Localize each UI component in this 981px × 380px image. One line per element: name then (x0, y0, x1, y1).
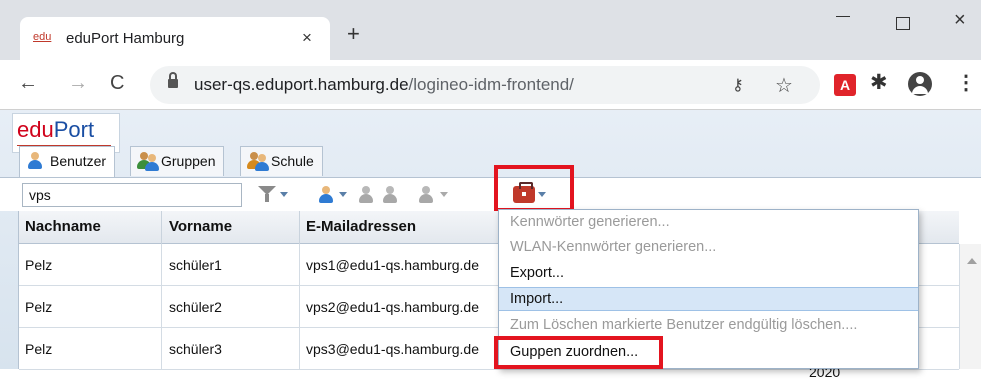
group-icon (137, 152, 159, 171)
tab-title: eduPort Hamburg (66, 30, 185, 47)
group-action-caret-icon[interactable] (440, 192, 448, 197)
tab-close-icon[interactable]: × (302, 28, 312, 48)
edit-user-icon[interactable] (358, 186, 374, 204)
cell-nachname: Pelz (25, 299, 53, 315)
user-icon (27, 152, 45, 170)
browser-toolbar: ← → C user-qs.eduport.hamburg.de/logineo… (0, 60, 981, 110)
tab-schule-label: Schule (271, 153, 314, 169)
cell-nachname: Pelz (25, 341, 53, 357)
menu-item-import[interactable]: Import... (499, 287, 918, 311)
new-tab-button[interactable]: + (347, 23, 360, 45)
url-host: user-qs.eduport.hamburg.de (194, 75, 409, 94)
column-header-nachname[interactable]: Nachname (25, 218, 101, 235)
scroll-up-icon[interactable] (967, 258, 977, 264)
tab-benutzer-label: Benutzer (50, 153, 107, 169)
cell-email: vps1@edu1-qs.hamburg.de (306, 257, 479, 273)
search-input[interactable] (22, 183, 242, 207)
key-icon[interactable]: ⚷ (732, 75, 744, 95)
forward-arrow-icon[interactable]: → (68, 72, 88, 95)
window-close-icon[interactable]: × (954, 9, 966, 32)
tab-schule[interactable]: Schule (240, 146, 323, 176)
cell-email: vps2@edu1-qs.hamburg.de (306, 299, 479, 315)
maximize-icon[interactable] (896, 17, 910, 30)
cell-vorname: schüler2 (169, 299, 222, 315)
cell-email: vps3@edu1-qs.hamburg.de (306, 341, 479, 357)
cell-vorname: schüler3 (169, 341, 222, 357)
menu-item-wlan-kennwoerter[interactable]: WLAN-Kennwörter generieren... (499, 236, 918, 260)
gruppen-zuordnen-highlight (494, 336, 663, 369)
lock-icon[interactable] (168, 72, 178, 89)
bookmark-star-icon[interactable]: ☆ (775, 73, 793, 98)
tab-benutzer[interactable]: Benutzer (19, 146, 116, 177)
reload-icon[interactable]: C (110, 72, 124, 95)
address-bar[interactable]: user-qs.eduport.hamburg.de/logineo-idm-f… (150, 66, 820, 104)
back-arrow-icon[interactable]: ← (18, 72, 38, 95)
favicon-icon: edu (33, 31, 52, 43)
table-scrollbar[interactable] (959, 244, 981, 369)
add-user-icon[interactable] (318, 186, 334, 204)
logo-edu: edu (17, 117, 54, 142)
profile-avatar-icon[interactable] (908, 72, 932, 96)
column-header-vorname[interactable]: Vorname (169, 218, 232, 235)
tab-gruppen[interactable]: Gruppen (130, 146, 225, 176)
menu-item-loeschen[interactable]: Zum Löschen markierte Benutzer endgültig… (499, 314, 918, 338)
browser-tabstrip: edu eduPort Hamburg × + × (0, 0, 981, 60)
column-header-email[interactable]: E-Mailadressen (306, 218, 416, 235)
remove-user-icon[interactable] (382, 186, 398, 204)
add-user-caret-icon[interactable] (339, 192, 347, 197)
url-text[interactable]: user-qs.eduport.hamburg.de/logineo-idm-f… (194, 75, 574, 95)
minimize-icon[interactable] (836, 16, 850, 17)
filter-dropdown-caret-icon[interactable] (280, 192, 288, 197)
browser-menu-icon[interactable]: ⋮ (956, 70, 976, 95)
extensions-puzzle-icon[interactable]: ✱ (870, 70, 888, 95)
pdf-extension-icon[interactable]: A (834, 74, 856, 96)
tab-gruppen-label: Gruppen (161, 153, 216, 169)
toolbox-highlight (494, 165, 574, 212)
url-path: /logineo-idm-frontend/ (408, 75, 574, 94)
school-icon (247, 152, 269, 171)
browser-tab[interactable]: edu eduPort Hamburg × (20, 17, 330, 60)
cell-nachname: Pelz (25, 257, 53, 273)
menu-item-export[interactable]: Export... (499, 262, 918, 286)
menu-item-kennwoerter[interactable]: Kennwörter generieren... (499, 211, 918, 235)
filter-toolbar (0, 177, 981, 211)
group-action-icon[interactable] (418, 186, 434, 204)
cell-vorname: schüler1 (169, 257, 222, 273)
logo-port: Port (53, 117, 95, 142)
